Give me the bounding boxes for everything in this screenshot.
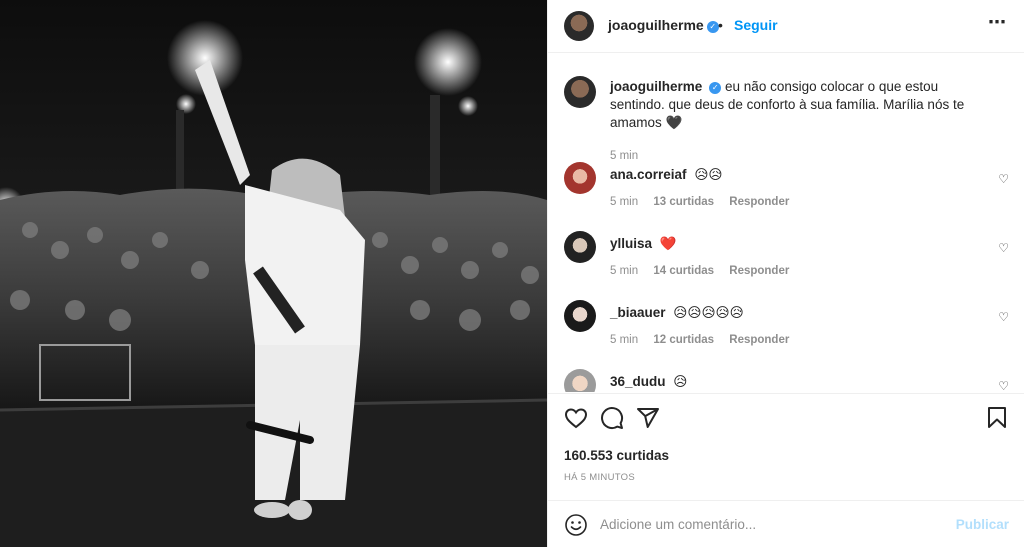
comment-username[interactable]: _biaauer (610, 305, 666, 320)
comment-item: ana.correiaf 😥😥 5 min 13 curtidas Respon… (564, 162, 1009, 222)
comment-text: 😥😥 (694, 167, 723, 182)
comment-composer: Publicar (548, 500, 1024, 547)
comment-like-heart-icon[interactable]: ♡ (998, 172, 1009, 186)
post-actions: 160.553 curtidas HÁ 5 MINUTOS (548, 393, 1024, 503)
reply-button[interactable]: Responder (729, 265, 789, 277)
comments-list[interactable]: joaoguilherme ✓ eu não consigo colocar o … (548, 54, 1024, 392)
comment-username[interactable]: ylluisa (610, 236, 652, 251)
comment-username[interactable]: ana.correiaf (610, 167, 687, 182)
caption-body: joaoguilherme ✓ eu não consigo colocar o … (610, 78, 990, 132)
comment-time[interactable]: 5 min (610, 334, 638, 346)
more-options-icon[interactable]: ⋯ (988, 12, 1007, 33)
comment-username[interactable]: 36_dudu (610, 374, 666, 389)
comment-text: ❤️ (659, 236, 677, 251)
post-photo[interactable] (0, 0, 547, 547)
likes-count[interactable]: 160.553 curtidas (564, 448, 669, 463)
comment-likes[interactable]: 14 curtidas (653, 265, 714, 277)
comment-body: 36_dudu 😥 (610, 373, 990, 391)
post-header: joaoguilherme ✓ Seguir • ⋯ (548, 0, 1024, 53)
comment-time[interactable]: 5 min (610, 265, 638, 277)
author-username-text[interactable]: joaoguilherme (608, 17, 704, 33)
comment-body: ylluisa ❤️ (610, 235, 990, 253)
comment-avatar[interactable] (564, 300, 596, 332)
comment-likes[interactable]: 13 curtidas (653, 196, 714, 208)
reply-button[interactable]: Responder (729, 196, 789, 208)
comment-item: ylluisa ❤️ 5 min 14 curtidas Responder ♡ (564, 231, 1009, 291)
caption-username[interactable]: joaoguilherme (610, 79, 702, 94)
post-side-panel: joaoguilherme ✓ Seguir • ⋯ joaoguilherme ✓… (547, 0, 1024, 547)
like-heart-icon[interactable] (564, 406, 588, 430)
comment-time[interactable]: 5 min (610, 196, 638, 208)
caption-meta: 5 min (610, 150, 650, 162)
publish-button[interactable]: Publicar (956, 517, 1009, 532)
comment-body: ana.correiaf 😥😥 (610, 166, 990, 184)
reply-button[interactable]: Responder (729, 334, 789, 346)
follow-button[interactable]: Seguir (734, 17, 778, 33)
comment-meta: 5 min 14 curtidas Responder (610, 265, 801, 277)
verified-badge-icon: ✓ (709, 82, 722, 94)
concert-photo (0, 20, 547, 547)
comment-meta: 5 min 13 curtidas Responder (610, 196, 801, 208)
caption-author-avatar[interactable] (564, 76, 596, 108)
separator-dot: • (718, 17, 723, 33)
save-bookmark-icon[interactable] (985, 406, 1009, 430)
comment-avatar[interactable] (564, 162, 596, 194)
instagram-post: joaoguilherme ✓ Seguir • ⋯ joaoguilherme ✓… (0, 0, 1024, 547)
share-icon[interactable] (636, 406, 660, 430)
comment-text: 😥 (673, 374, 688, 389)
comment-avatar[interactable] (564, 231, 596, 263)
comment-like-heart-icon[interactable]: ♡ (998, 241, 1009, 255)
comment-like-heart-icon[interactable]: ♡ (998, 310, 1009, 324)
comment-likes[interactable]: 12 curtidas (653, 334, 714, 346)
comment-item: _biaauer 😥😥😥😥😥 5 min 12 curtidas Respond… (564, 300, 1009, 360)
emoji-smiley-icon[interactable] (564, 513, 588, 537)
comment-meta: 5 min 12 curtidas Responder (610, 334, 801, 346)
caption: joaoguilherme ✓ eu não consigo colocar o … (564, 76, 1009, 166)
verified-badge-icon: ✓ (706, 21, 719, 33)
caption-time[interactable]: 5 min (610, 150, 638, 162)
author-username[interactable]: joaoguilherme ✓ (608, 17, 719, 33)
author-avatar[interactable] (564, 11, 594, 41)
comment-text: 😥😥😥😥😥 (673, 305, 744, 320)
comment-input[interactable] (600, 513, 950, 535)
comment-item: 36_dudu 😥 ♡ (564, 369, 1009, 392)
post-time[interactable]: HÁ 5 MINUTOS (564, 472, 635, 483)
comment-like-heart-icon[interactable]: ♡ (998, 379, 1009, 392)
comment-avatar[interactable] (564, 369, 596, 392)
comment-body: _biaauer 😥😥😥😥😥 (610, 304, 990, 322)
comment-icon[interactable] (600, 406, 624, 430)
